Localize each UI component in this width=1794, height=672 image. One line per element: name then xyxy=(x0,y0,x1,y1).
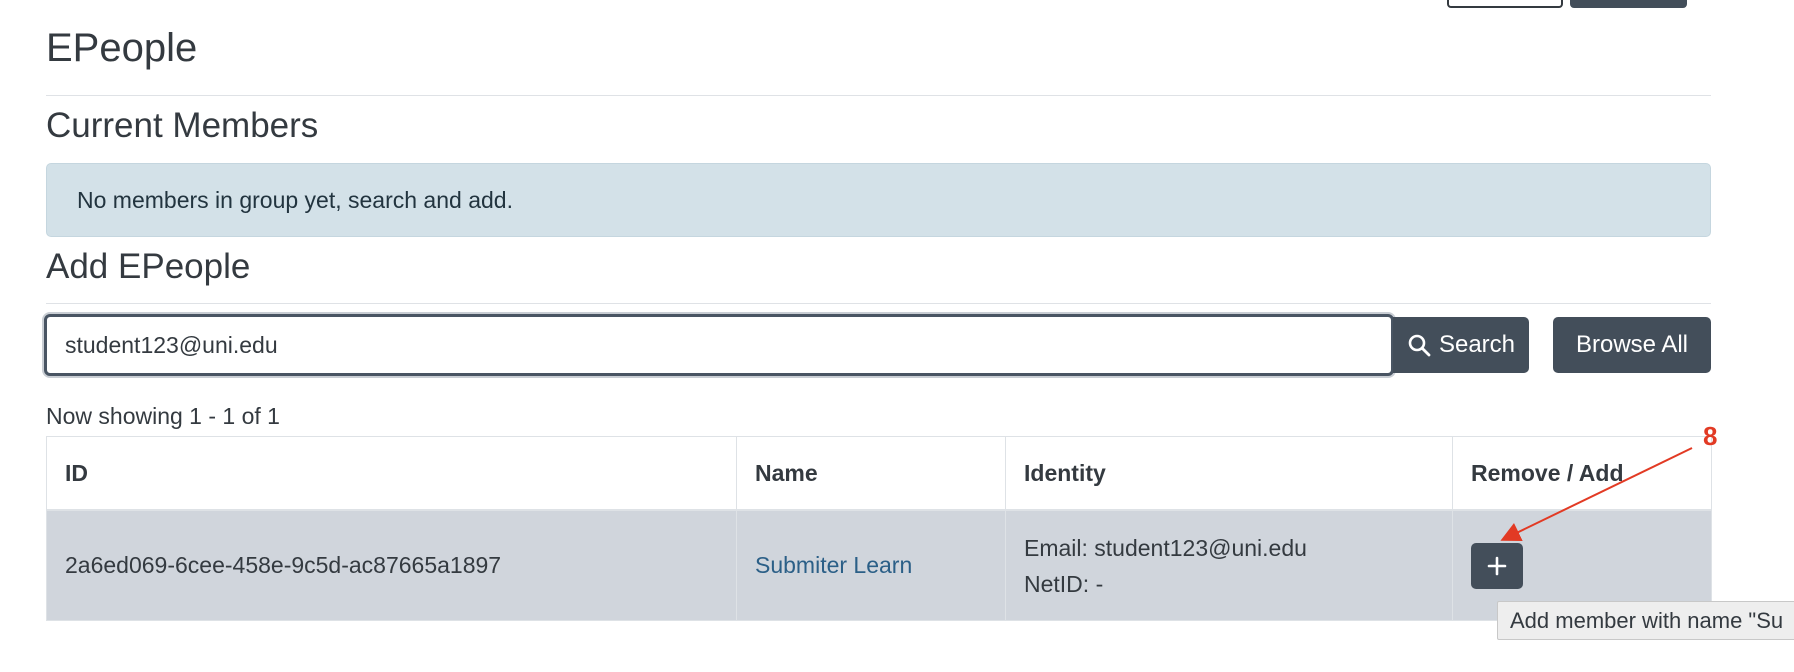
search-icon xyxy=(1408,334,1431,357)
divider xyxy=(46,303,1711,304)
add-member-button[interactable] xyxy=(1471,542,1523,589)
results-count: Now showing 1 - 1 of 1 xyxy=(46,403,280,429)
eperson-name-link[interactable]: Submiter Learn xyxy=(755,552,912,578)
divider xyxy=(46,95,1711,96)
results-table: ID Name Identity Remove / Add 2a6ed069-6… xyxy=(46,436,1712,621)
search-button[interactable]: Search xyxy=(1393,317,1529,373)
table-header-row: ID Name Identity Remove / Add xyxy=(46,436,1712,511)
eperson-email: Email: student123@uni.edu xyxy=(1024,534,1307,561)
no-members-alert: No members in group yet, search and add. xyxy=(46,163,1711,237)
column-header-id: ID xyxy=(46,436,737,511)
annotation-label: 8 xyxy=(1703,421,1718,451)
eperson-id: 2a6ed069-6cee-458e-9c5d-ac87665a1897 xyxy=(46,509,737,621)
current-members-heading: Current Members xyxy=(46,106,319,145)
plus-icon xyxy=(1487,556,1507,575)
eperson-name-cell: Submiter Learn xyxy=(736,509,1006,621)
top-outline-button[interactable] xyxy=(1447,0,1563,8)
column-header-remove-add: Remove / Add xyxy=(1452,436,1712,511)
table-row: 2a6ed069-6cee-458e-9c5d-ac87665a1897 Sub… xyxy=(46,509,1712,621)
browse-all-label: Browse All xyxy=(1575,331,1689,358)
eperson-netid: NetID: - xyxy=(1024,570,1104,597)
column-header-identity: Identity xyxy=(1005,436,1453,511)
add-member-tooltip: Add member with name "Su xyxy=(1497,601,1794,640)
search-input[interactable] xyxy=(44,314,1394,376)
eperson-identity-cell: Email: student123@uni.edu NetID: - xyxy=(1005,509,1453,621)
search-button-label: Search xyxy=(1438,331,1516,358)
top-dark-button[interactable] xyxy=(1570,0,1687,8)
add-epeople-heading: Add EPeople xyxy=(46,247,251,286)
column-header-name: Name xyxy=(736,436,1006,511)
browse-all-button[interactable]: Browse All xyxy=(1553,317,1711,373)
page-title: EPeople xyxy=(46,26,198,70)
